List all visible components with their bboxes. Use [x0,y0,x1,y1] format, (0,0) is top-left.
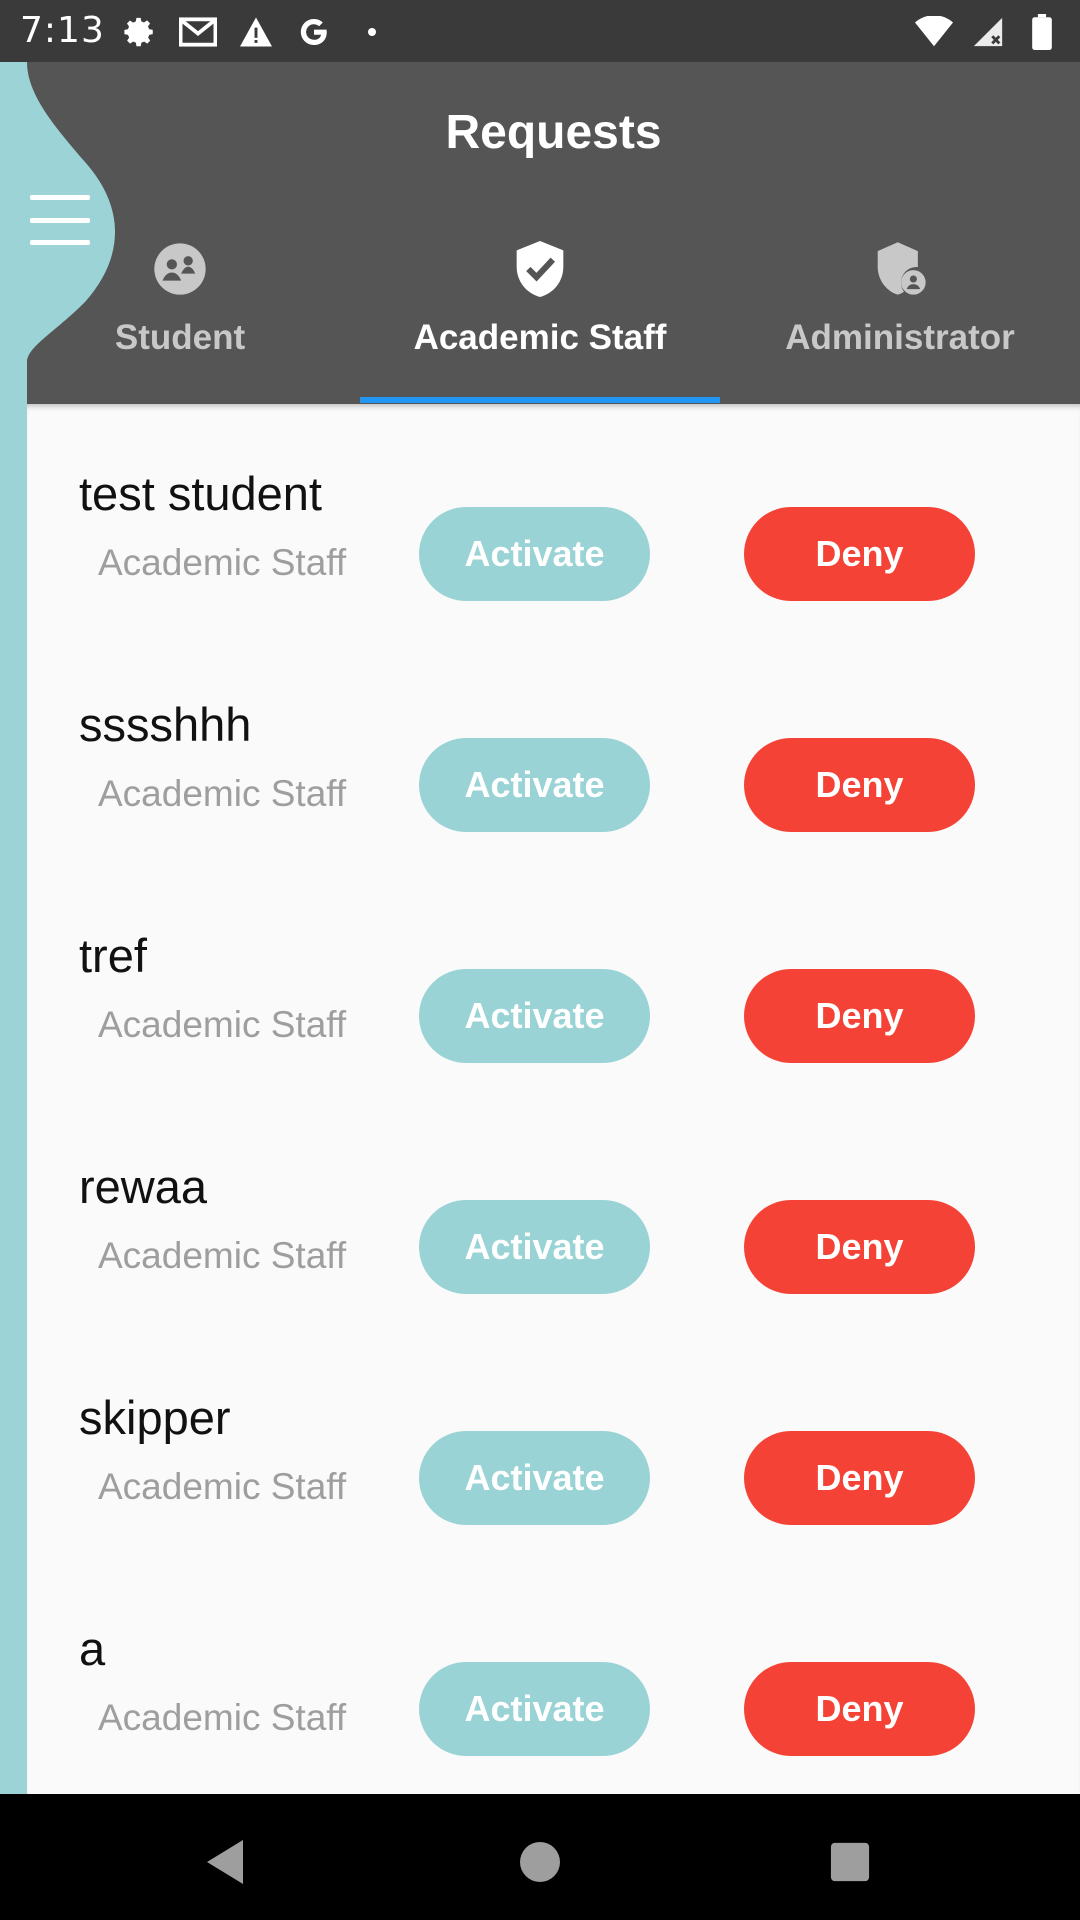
signal-icon [968,12,1008,52]
status-time: 7:13 [20,10,105,51]
activate-button[interactable]: Activate [419,738,650,832]
recents-icon[interactable] [820,1832,880,1892]
wifi-icon [914,12,954,52]
shield-person-icon [720,234,1080,304]
list-item: sssshhh Academic Staff Activate Deny [27,635,1080,866]
activate-button[interactable]: Activate [419,969,650,1063]
status-bar: 7:13 [0,0,1080,62]
deny-button[interactable]: Deny [744,1431,975,1525]
deny-button[interactable]: Deny [744,1200,975,1294]
status-system-icons [914,12,1062,52]
warning-icon [236,12,276,52]
request-role: Academic Staff [98,1466,347,1507]
tab-student-label: Student [114,318,246,357]
system-nav-bar [0,1794,1080,1920]
gmail-icon [178,12,218,52]
request-name: tref [79,929,147,982]
request-role: Academic Staff [98,773,347,814]
activate-button[interactable]: Activate [419,1431,650,1525]
battery-icon [1022,12,1062,52]
deny-button[interactable]: Deny [744,507,975,601]
role-tabs: Student Academic Staff Administrator [0,230,1080,404]
tab-administrator[interactable]: Administrator [720,230,1080,404]
activate-button[interactable]: Activate [419,1662,650,1756]
tab-student[interactable]: Student [0,230,360,404]
deny-button[interactable]: Deny [744,969,975,1063]
list-item: a Academic Staff Activate Deny [27,1559,1080,1790]
request-name: rewaa [79,1160,208,1213]
request-name: skipper [79,1391,231,1444]
home-icon[interactable] [510,1832,570,1892]
request-role: Academic Staff [98,542,347,583]
request-name: test student [79,467,322,520]
list-item: skipper Academic Staff Activate Deny [27,1328,1080,1559]
selected-tab-indicator [360,397,720,403]
request-name: sssshhh [79,698,252,751]
status-notification-icons [120,12,392,52]
list-item: tref Academic Staff Activate Deny [27,866,1080,1097]
deny-button[interactable]: Deny [744,738,975,832]
requests-list[interactable]: test student Academic Staff Activate Den… [27,404,1080,1794]
list-item: test student Academic Staff Activate Den… [27,404,1080,635]
google-icon [294,12,334,52]
tab-academic-staff-label: Academic Staff [413,318,667,357]
settings-icon [120,12,160,52]
back-icon[interactable] [195,1832,255,1892]
request-role: Academic Staff [98,1697,347,1738]
tab-academic-staff[interactable]: Academic Staff [360,230,720,404]
activate-button[interactable]: Activate [419,507,650,601]
activate-button[interactable]: Activate [419,1200,650,1294]
request-name: a [79,1622,106,1675]
dot-icon [352,12,392,52]
request-role: Academic Staff [98,1235,347,1276]
shield-check-icon [360,234,720,304]
page-title: Requests [445,106,662,159]
tab-administrator-label: Administrator [785,318,1015,357]
list-item: rewaa Academic Staff Activate Deny [27,1097,1080,1328]
request-role: Academic Staff [98,1004,347,1045]
deny-button[interactable]: Deny [744,1662,975,1756]
student-group-icon [0,234,360,304]
